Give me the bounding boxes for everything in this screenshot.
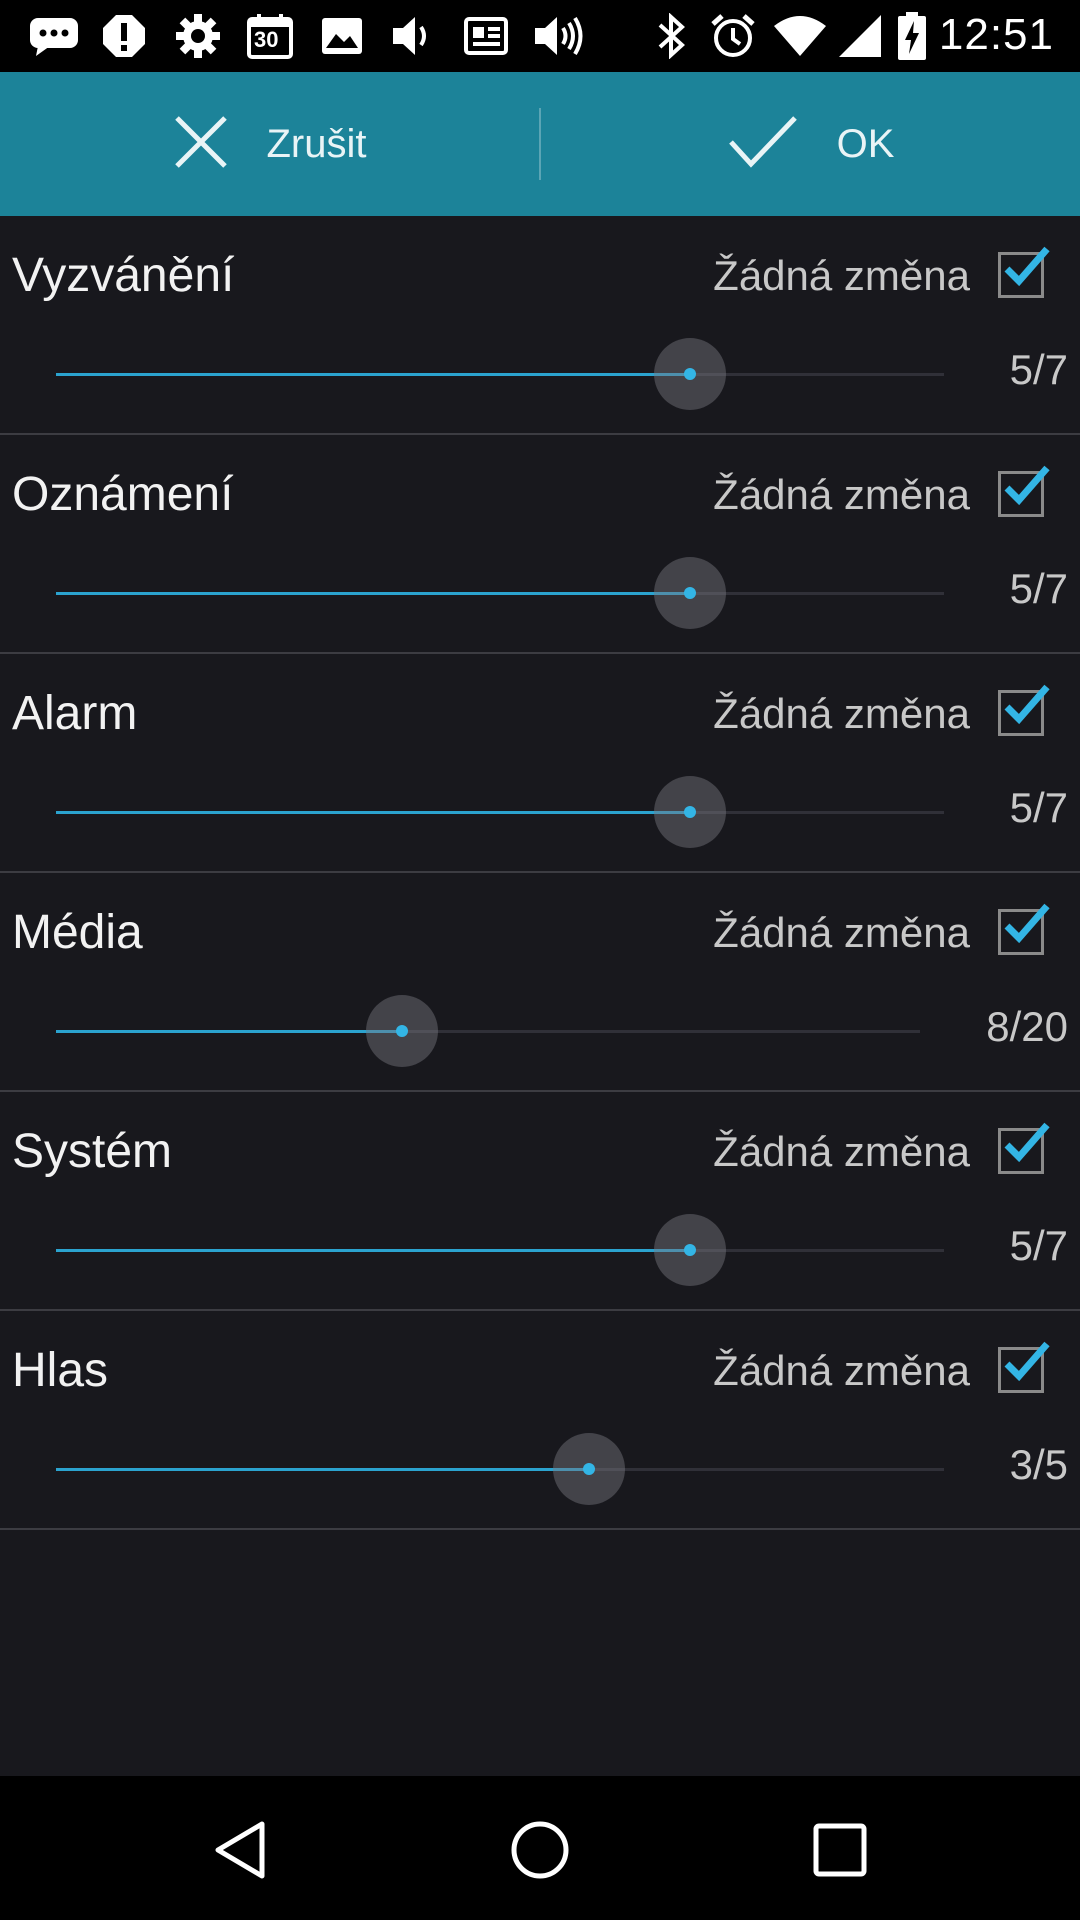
slider-fill	[56, 592, 690, 595]
volume-slider[interactable]	[56, 338, 944, 410]
row-title: Systém	[12, 1125, 173, 1178]
news-icon	[462, 12, 510, 60]
row-value: 3/5	[1009, 1441, 1068, 1488]
volume-row: Oznámení Žádná změna 5/7	[0, 435, 1080, 654]
slider-thumb[interactable]	[684, 587, 696, 599]
volume-slider[interactable]	[56, 1214, 944, 1286]
row-title: Média	[12, 906, 143, 959]
row-title: Hlas	[12, 1344, 109, 1397]
row-value: 8/20	[986, 1003, 1068, 1050]
no-change-checkbox[interactable]	[998, 903, 1050, 955]
volume-slider[interactable]	[56, 1433, 944, 1505]
slider-fill	[56, 373, 690, 376]
slider-fill	[56, 811, 690, 814]
checkmark-icon	[1004, 903, 1050, 944]
ok-label: OK	[836, 121, 895, 166]
row-status: Žádná změna	[713, 690, 970, 737]
row-value: 5/7	[1009, 346, 1068, 393]
row-title: Vyzvánění	[12, 249, 235, 302]
checkmark-icon	[1004, 1341, 1050, 1382]
volume-row: Systém Žádná změna 5/7	[0, 1092, 1080, 1311]
volume-row: Hlas Žádná změna 3/5	[0, 1311, 1080, 1530]
row-status: Žádná změna	[713, 1128, 970, 1175]
row-value: 5/7	[1009, 784, 1068, 831]
alert-icon	[100, 12, 148, 60]
no-change-checkbox[interactable]	[998, 1341, 1050, 1393]
checkmark-icon	[1004, 465, 1050, 506]
row-status: Žádná změna	[713, 1347, 970, 1394]
signal-icon	[834, 12, 884, 60]
slider-fill	[56, 1249, 690, 1252]
gear-icon	[172, 12, 224, 60]
cancel-button[interactable]: Zrušit	[0, 72, 539, 216]
slider-thumb[interactable]	[583, 1463, 595, 1475]
clock: 12:51	[938, 10, 1054, 59]
row-status: Žádná změna	[713, 909, 970, 956]
row-value: 5/7	[1009, 565, 1068, 612]
recents-icon	[813, 1823, 867, 1877]
close-icon	[173, 114, 229, 175]
wifi-icon	[772, 12, 828, 60]
back-button[interactable]	[192, 1808, 288, 1892]
image-icon	[318, 12, 366, 60]
recents-button[interactable]	[792, 1808, 888, 1892]
slider-thumb[interactable]	[684, 368, 696, 380]
check-icon	[727, 114, 799, 175]
calendar-icon: 30	[244, 12, 296, 60]
home-button[interactable]	[492, 1808, 588, 1892]
volume-up-icon	[532, 12, 588, 60]
back-icon	[215, 1821, 265, 1879]
alarm-icon	[708, 12, 758, 60]
checkmark-icon	[1004, 246, 1050, 287]
status-bar: 30 12:51	[0, 0, 1080, 72]
slider-fill	[56, 1030, 402, 1033]
ok-button[interactable]: OK	[541, 72, 1080, 216]
row-title: Alarm	[12, 687, 138, 740]
row-value: 5/7	[1009, 1222, 1068, 1269]
battery-charging-icon	[892, 12, 932, 60]
no-change-checkbox[interactable]	[998, 465, 1050, 517]
no-change-checkbox[interactable]	[998, 246, 1050, 298]
no-change-checkbox[interactable]	[998, 1122, 1050, 1174]
bluetooth-icon	[650, 12, 694, 60]
volume-row: Alarm Žádná změna 5/7	[0, 654, 1080, 873]
checkmark-icon	[1004, 684, 1050, 725]
volume-slider[interactable]	[56, 995, 920, 1067]
slider-thumb[interactable]	[684, 806, 696, 818]
chat-icon	[28, 12, 80, 60]
slider-fill	[56, 1468, 589, 1471]
home-icon	[511, 1821, 569, 1879]
slider-thumb[interactable]	[684, 1244, 696, 1256]
cancel-label: Zrušit	[266, 121, 367, 166]
volume-slider[interactable]	[56, 776, 944, 848]
navigation-bar	[0, 1776, 1080, 1920]
row-status: Žádná změna	[713, 471, 970, 518]
row-status: Žádná změna	[713, 252, 970, 299]
volume-row: Média Žádná změna 8/20	[0, 873, 1080, 1092]
volume-list: Vyzvánění Žádná změna 5/7 Oznámení Žádná…	[0, 216, 1080, 1530]
action-bar: Zrušit OK	[0, 72, 1080, 216]
volume-icon	[388, 12, 440, 60]
row-title: Oznámení	[12, 468, 234, 521]
no-change-checkbox[interactable]	[998, 684, 1050, 736]
volume-slider[interactable]	[56, 557, 944, 629]
calendar-day: 30	[254, 27, 279, 52]
slider-thumb[interactable]	[396, 1025, 408, 1037]
checkmark-icon	[1004, 1122, 1050, 1163]
volume-row: Vyzvánění Žádná změna 5/7	[0, 216, 1080, 435]
